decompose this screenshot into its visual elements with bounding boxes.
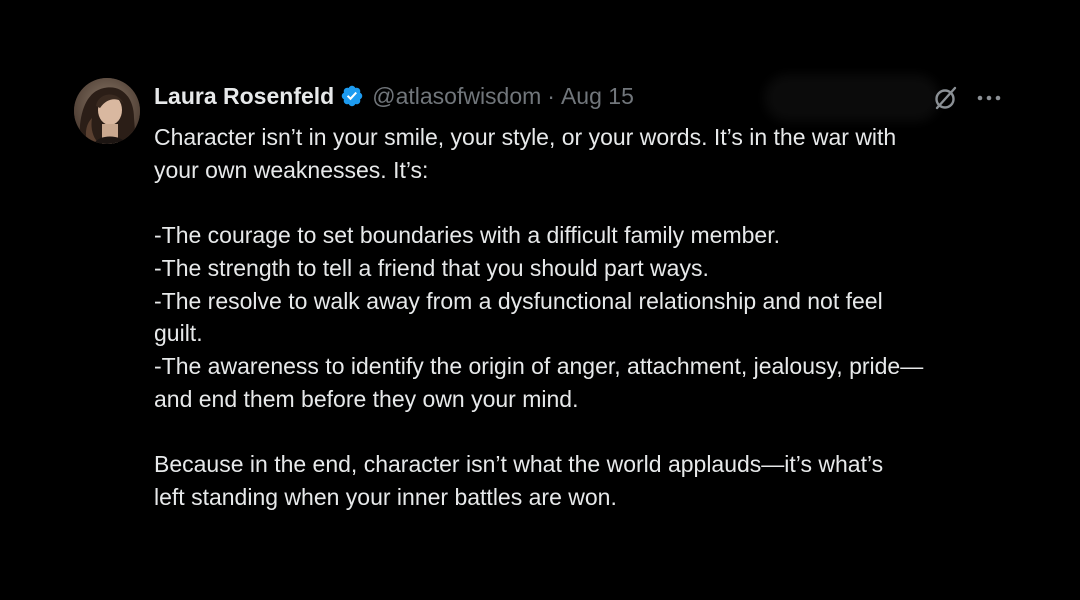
tweet-list-item: -The awareness to identify the origin of…	[154, 352, 924, 379]
tweet-header: Laura Rosenfeld @atlasofwisdom · Aug 15	[154, 80, 634, 112]
tweet-text: Character isn’t in your smile, your styl…	[154, 121, 1014, 513]
redacted-region	[772, 82, 932, 114]
author-handle[interactable]: @atlasofwisdom	[372, 83, 541, 110]
verified-badge-icon	[340, 84, 364, 108]
tweet-date[interactable]: Aug 15	[561, 83, 634, 110]
tweet-list-item: -The courage to set boundaries with a di…	[154, 222, 780, 249]
tweet-list-item: -The strength to tell a friend that you …	[154, 254, 709, 281]
header-separator: ·	[547, 82, 555, 109]
tweet-list-item: -The resolve to walk away from a dysfunc…	[154, 287, 883, 314]
tweet-text-line: Character isn’t in your smile, your styl…	[154, 124, 897, 150]
tweet-list-item-continuation: and end them before they own your mind.	[154, 385, 579, 412]
more-options-icon[interactable]	[974, 84, 1004, 112]
grok-icon[interactable]	[932, 84, 960, 112]
tweet-text-line: your own weaknesses. It’s:	[154, 156, 429, 183]
tweet-text-line: Because in the end, character isn’t what…	[154, 451, 884, 477]
tweet-text-line: left standing when your inner battles ar…	[154, 483, 617, 510]
tweet-list-item-continuation: guilt.	[154, 320, 203, 347]
avatar-image	[74, 78, 140, 144]
author-display-name[interactable]: Laura Rosenfeld	[154, 83, 334, 110]
avatar[interactable]	[74, 78, 140, 144]
